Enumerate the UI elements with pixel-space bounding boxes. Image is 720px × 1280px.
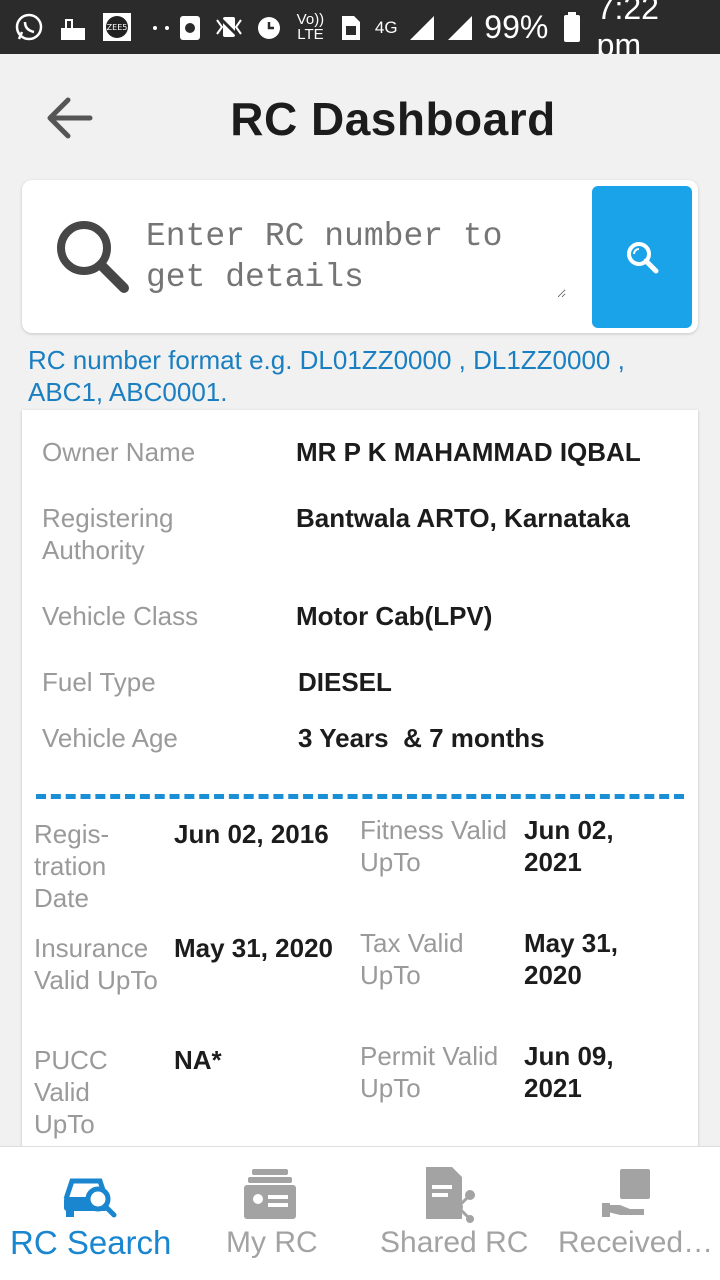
detail-label: Owner Name bbox=[42, 437, 196, 467]
nav-shared-rc[interactable]: Shared RC bbox=[360, 1147, 540, 1280]
battery-saver-icon bbox=[176, 12, 204, 42]
registration-date-label: Regis-tration Date bbox=[34, 819, 110, 913]
nav-label: Shared RC bbox=[380, 1226, 529, 1259]
nav-label: Received… bbox=[558, 1226, 714, 1259]
network-type: 4G bbox=[374, 17, 398, 37]
battery-icon bbox=[558, 12, 586, 42]
received-document-icon bbox=[602, 1169, 650, 1217]
bottom-navigation: RC Search My RC Shared RC Received… bbox=[0, 1146, 720, 1280]
fitness-valid-value: Jun 02, 2021 bbox=[524, 815, 614, 877]
zee5-icon: ZEE5 bbox=[102, 12, 132, 42]
detail-label: Fuel Type bbox=[42, 667, 156, 697]
detail-value: DIESEL bbox=[298, 667, 392, 697]
signal-icon bbox=[408, 12, 436, 42]
id-card-stack-icon bbox=[244, 1169, 296, 1219]
rc-details-card: Owner Name MR P K MAHAMMAD IQBAL Registe… bbox=[22, 410, 698, 1150]
nav-rc-search[interactable]: RC Search bbox=[0, 1147, 180, 1280]
insurance-valid-value: May 31, 2020 bbox=[174, 933, 334, 963]
nav-label: My RC bbox=[226, 1226, 318, 1259]
search-icon bbox=[54, 218, 134, 298]
registration-date-value: Jun 02, 2016 bbox=[174, 819, 329, 849]
detail-label: Vehicle Age bbox=[42, 723, 178, 753]
whatsapp-icon bbox=[14, 12, 44, 42]
search-button-icon bbox=[627, 242, 659, 274]
app-header: RC Dashboard bbox=[0, 54, 720, 180]
app-notification-icon bbox=[58, 12, 88, 42]
permit-valid-label: Permit Valid UpTo bbox=[360, 1041, 499, 1103]
shared-document-icon bbox=[426, 1167, 475, 1223]
sim-icon bbox=[337, 12, 365, 42]
search-card bbox=[22, 180, 698, 333]
vibrate-icon bbox=[214, 12, 244, 42]
rc-number-input[interactable] bbox=[146, 216, 566, 298]
status-bar: ZEE5 Vo)) LTE 4G 99% 7:22 pm bbox=[0, 0, 720, 63]
more-notifications-icon bbox=[146, 12, 176, 42]
volte-indicator: Vo)) LTE bbox=[296, 11, 325, 43]
fitness-valid-label: Fitness Valid UpTo bbox=[360, 815, 507, 877]
permit-valid-value: Jun 09, 2021 bbox=[524, 1041, 614, 1103]
nav-received[interactable]: Received… bbox=[540, 1147, 720, 1280]
pucc-valid-value: NA* bbox=[174, 1045, 222, 1075]
search-button[interactable] bbox=[592, 186, 692, 328]
detail-value: 3 Years & 7 months bbox=[298, 723, 545, 753]
battery-percent: 99% bbox=[484, 8, 549, 45]
tax-valid-label: Tax Valid UpTo bbox=[360, 928, 464, 990]
detail-value: MR P K MAHAMMAD IQBAL bbox=[296, 437, 641, 467]
rc-format-hint: RC number format e.g. DL01ZZ0000 , DL1ZZ… bbox=[28, 345, 625, 407]
detail-value: Bantwala ARTO, Karnataka bbox=[296, 503, 630, 533]
svg-text:ZEE5: ZEE5 bbox=[107, 23, 128, 32]
pucc-valid-label: PUCC Valid UpTo bbox=[34, 1045, 108, 1139]
nav-label: RC Search bbox=[10, 1224, 172, 1261]
page-title: RC Dashboard bbox=[230, 93, 556, 145]
signal-2-icon bbox=[446, 12, 474, 42]
tax-valid-value: May 31, 2020 bbox=[524, 928, 618, 990]
detail-label: Vehicle Class bbox=[42, 601, 199, 631]
detail-value: Motor Cab(LPV) bbox=[296, 601, 493, 631]
car-search-icon bbox=[63, 1178, 117, 1218]
section-divider bbox=[36, 794, 684, 799]
insurance-valid-label: Insurance Valid UpTo bbox=[34, 933, 158, 995]
alarm-icon bbox=[254, 12, 284, 42]
nav-my-rc[interactable]: My RC bbox=[180, 1147, 360, 1280]
detail-label: Registering Authority bbox=[42, 503, 174, 565]
